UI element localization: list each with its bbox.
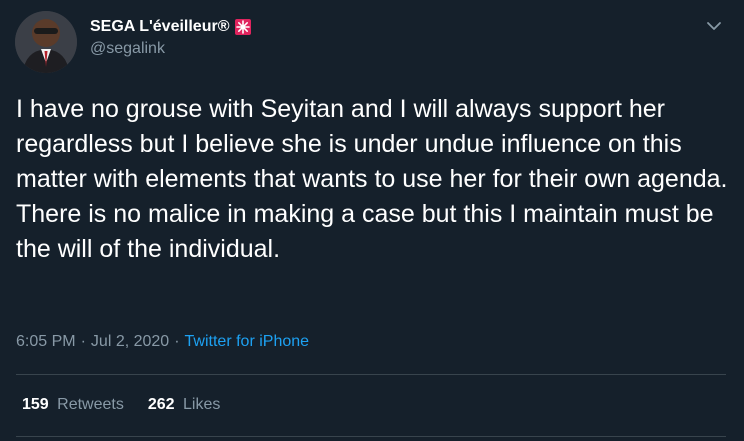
tweet-source-link[interactable]: Twitter for iPhone (185, 333, 310, 351)
retweets-count: 159 (22, 396, 49, 413)
chevron-down-icon[interactable] (704, 16, 724, 36)
meta-separator: · (80, 333, 86, 350)
likes-stat[interactable]: 262 Likes (148, 396, 221, 414)
meta-separator: · (174, 333, 180, 350)
tweet-text: I have no grouse with Seyitan and I will… (16, 95, 728, 263)
retweets-stat[interactable]: 159 Retweets (22, 396, 124, 414)
tweet-card: SEGA L'éveilleur® @segalink I have no gr… (0, 0, 744, 441)
tweet-date[interactable]: Jul 2, 2020 (91, 333, 169, 351)
likes-label: Likes (183, 396, 221, 413)
likes-count: 262 (147, 396, 175, 413)
retweets-label: Retweets (57, 396, 124, 413)
tweet-stats: 159 Retweets 262 Likes (22, 396, 244, 414)
avatar[interactable] (15, 11, 77, 73)
avatar-image (15, 11, 77, 73)
divider (16, 436, 726, 437)
tweet-header: SEGA L'éveilleur® @segalink (90, 16, 252, 58)
user-handle[interactable]: @segalink (90, 40, 252, 58)
display-name-row: SEGA L'éveilleur® (90, 16, 252, 38)
siren-icon (234, 18, 252, 36)
divider (16, 374, 726, 375)
display-name[interactable]: SEGA L'éveilleur® (90, 18, 230, 36)
tweet-time[interactable]: 6:05 PM (16, 333, 76, 351)
tweet-meta: 6:05 PM · Jul 2, 2020 · Twitter for iPho… (16, 333, 309, 351)
